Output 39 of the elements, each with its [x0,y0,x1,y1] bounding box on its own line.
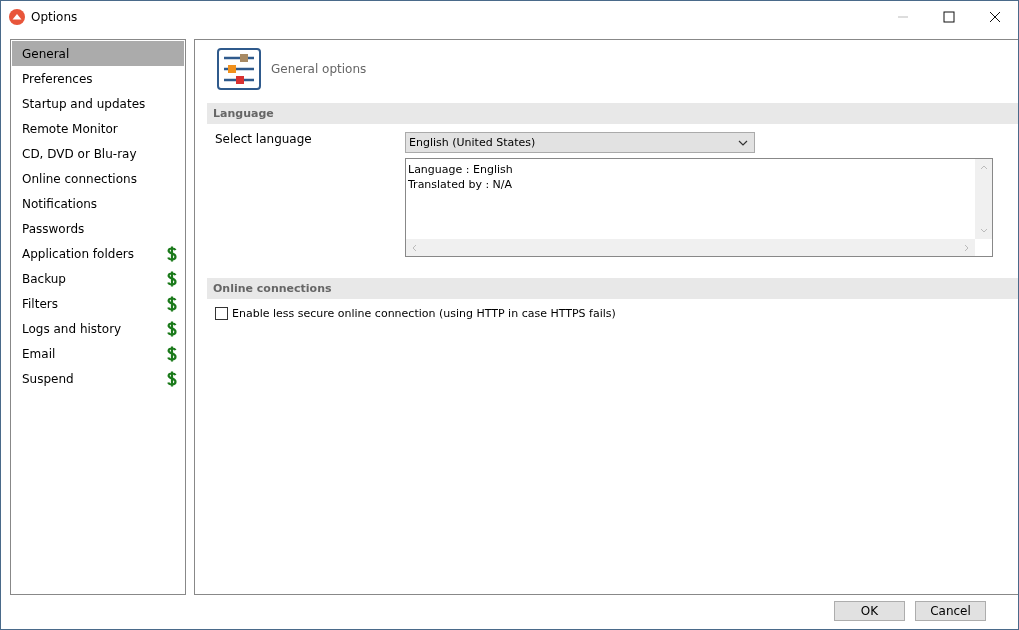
sidebar-item[interactable]: Email [12,341,184,366]
ok-button[interactable]: OK [834,601,905,621]
sidebar-item[interactable]: Remote Monitor [12,116,184,141]
chevron-left-icon[interactable] [412,243,417,252]
cancel-button[interactable]: Cancel [915,601,986,621]
sidebar-item[interactable]: Filters [12,291,184,316]
horizontal-scrollbar[interactable] [406,239,975,256]
info-line: Translated by : N/A [408,177,513,192]
sidebar-item[interactable]: Online connections [12,166,184,191]
sidebar-item[interactable]: Application folders [12,241,184,266]
sliders-icon [217,48,261,90]
sidebar-item[interactable]: Preferences [12,66,184,91]
field-label: Select language [215,132,313,148]
chevron-right-icon[interactable] [964,243,969,252]
sidebar-item[interactable]: Notifications [12,191,184,216]
info-line: Language : English [408,162,513,177]
page-title: General options [271,62,367,76]
app-logo-icon [9,8,25,25]
chevron-down-icon [738,139,748,146]
maximize-icon[interactable] [943,10,955,23]
chevron-down-icon[interactable] [979,228,988,233]
vertical-scrollbar[interactable] [975,159,992,239]
section-header: Online connections [207,278,1018,299]
sidebar-item[interactable]: CD, DVD or Blu-ray [12,141,184,166]
checkbox-label: Enable less secure online connection (using HTTP in case HTTPS fails) [232,307,616,320]
close-icon[interactable] [989,10,1001,23]
sidebar-item[interactable]: General [12,41,184,66]
sidebar-item[interactable]: Startup and updates [12,91,184,116]
info-text-area[interactable]: Language : English Translated by : N/A [405,158,993,257]
window-title: Options [31,9,78,24]
sidebar-item[interactable]: Suspend [12,366,184,391]
sidebar-item[interactable]: Backup [12,266,184,291]
sidebar-item[interactable]: Logs and history [12,316,184,341]
language-dropdown[interactable]: English (United States) [405,132,755,153]
sidebar-item[interactable]: Passwords [12,216,184,241]
section-header: Language [207,103,1018,124]
chevron-up-icon[interactable] [979,165,988,170]
checkbox[interactable] [215,307,228,320]
checkbox-option[interactable]: Enable less secure online connection (using HTTP in case HTTPS fails) [207,299,1018,320]
